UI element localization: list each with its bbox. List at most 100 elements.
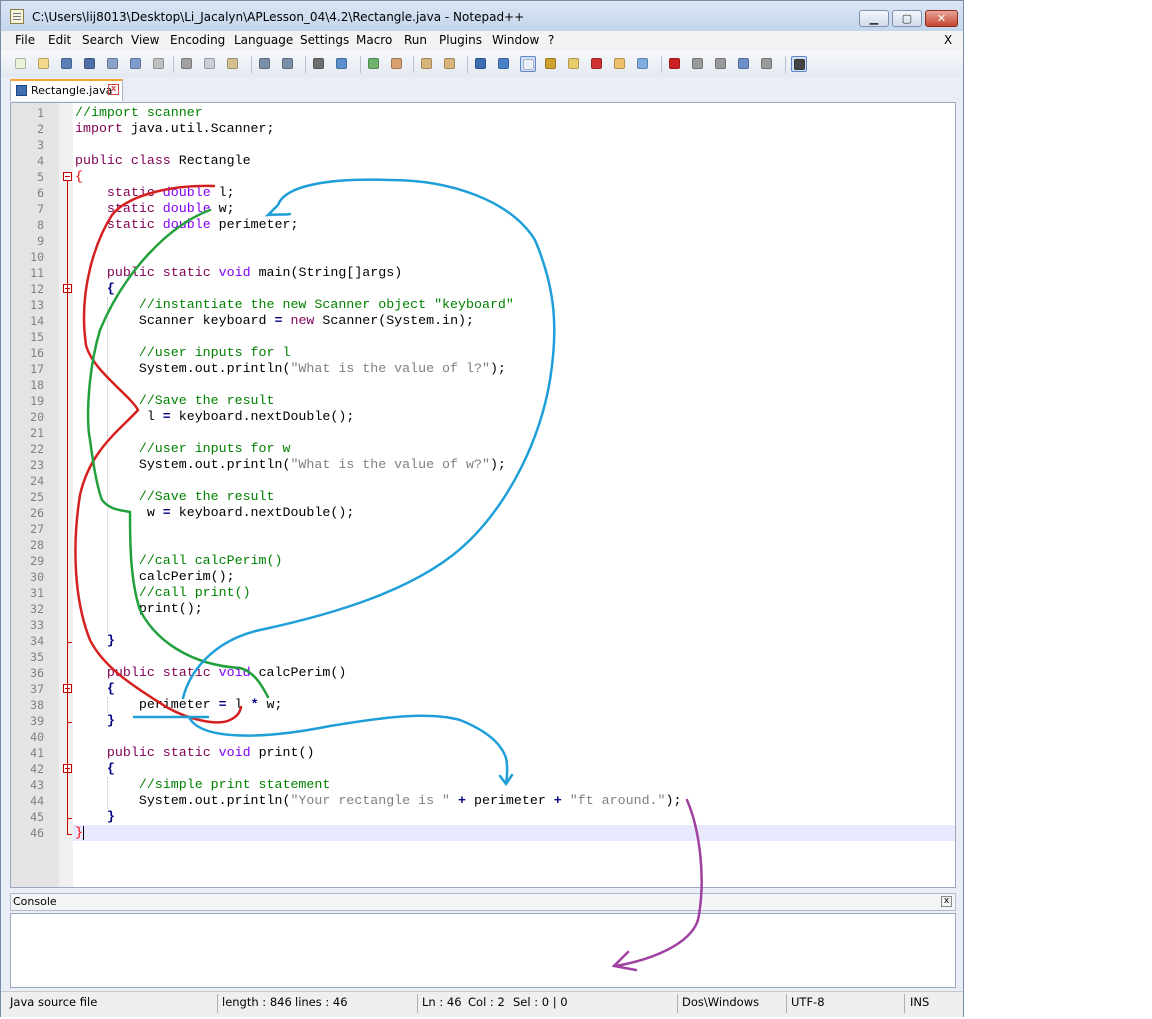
code-token: w; <box>258 697 283 712</box>
line-number: 1 <box>37 106 44 120</box>
code-line: Scanner keyboard = new Scanner(System.in… <box>75 313 474 329</box>
paste-icon[interactable] <box>225 56 241 72</box>
title-bar[interactable]: C:\Users\lij8013\Desktop\Li_Jacalyn\APLe… <box>1 1 963 31</box>
code-token: static <box>162 265 211 280</box>
sync-vertical-icon[interactable] <box>419 56 435 72</box>
code-token: perimeter <box>75 697 219 712</box>
code-editor[interactable]: 1 2 3 4 5 6 7 8 9 10 11 12 13 14 15 16 17 18 19 20 21 22 23 24 2… <box>10 102 956 888</box>
minimize-button[interactable]: ▁ <box>859 10 889 27</box>
indent-guide-icon[interactable] <box>520 56 536 72</box>
code-line: static double w; <box>75 201 235 217</box>
line-number: 46 <box>30 826 44 840</box>
maximize-button[interactable]: ▢ <box>892 10 922 27</box>
replace-icon[interactable] <box>334 56 350 72</box>
line-number: 45 <box>30 810 44 824</box>
monitoring-icon[interactable] <box>635 56 651 72</box>
doc-map-icon[interactable] <box>566 56 582 72</box>
code-token: calcPerim(); <box>75 569 235 584</box>
code-token: Scanner(System.in); <box>314 313 475 328</box>
indent-guide <box>107 777 108 809</box>
print-icon[interactable] <box>151 56 167 72</box>
tab-close-icon[interactable]: x <box>108 84 119 95</box>
undo-icon[interactable] <box>257 56 273 72</box>
menu-close-doc[interactable]: X <box>944 33 952 47</box>
function-list-icon[interactable] <box>589 56 605 72</box>
menu-window[interactable]: Window <box>492 33 539 47</box>
open-file-icon[interactable] <box>36 56 52 72</box>
close-all-icon[interactable] <box>128 56 144 72</box>
code-text[interactable]: //import scanner import java.util.Scanner… <box>73 103 955 887</box>
find-icon[interactable] <box>311 56 327 72</box>
code-token: * <box>250 697 259 712</box>
menu-plugins[interactable]: Plugins <box>439 33 482 47</box>
fold-toggle-icon[interactable] <box>63 172 72 181</box>
folder-icon[interactable] <box>612 56 628 72</box>
line-number: 34 <box>30 634 44 648</box>
copy-icon[interactable] <box>202 56 218 72</box>
code-line: print(); <box>75 601 203 617</box>
zoom-out-icon[interactable] <box>389 56 405 72</box>
show-all-chars-icon[interactable] <box>496 56 512 72</box>
redo-icon[interactable] <box>280 56 296 72</box>
code-token: keyboard.nextDouble(); <box>170 505 355 520</box>
line-number: 23 <box>30 458 44 472</box>
menu-language[interactable]: Language <box>234 33 293 47</box>
cut-icon[interactable] <box>179 56 195 72</box>
new-file-icon[interactable] <box>13 56 29 72</box>
code-token: double <box>162 185 211 200</box>
fold-end-marker <box>67 722 72 723</box>
menu-search[interactable]: Search <box>82 33 123 47</box>
status-eol: Dos\Windows <box>682 995 760 1009</box>
status-sel: Sel : 0 | 0 <box>513 995 568 1009</box>
line-number: 10 <box>30 250 44 264</box>
code-token: } <box>106 713 115 728</box>
code-token: static <box>106 217 155 232</box>
save-all-icon[interactable] <box>82 56 98 72</box>
stop-macro-icon[interactable] <box>690 56 706 72</box>
zoom-in-icon[interactable] <box>366 56 382 72</box>
code-token: double <box>162 201 211 216</box>
console-icon[interactable] <box>791 56 807 72</box>
code-token: void <box>218 265 251 280</box>
code-token: { <box>106 761 115 776</box>
console-close-icon[interactable]: x <box>941 896 952 907</box>
fold-end-marker <box>67 642 72 643</box>
line-number: 38 <box>30 698 44 712</box>
menu-view[interactable]: View <box>131 33 159 47</box>
console-output[interactable] <box>10 913 956 988</box>
sync-horizontal-icon[interactable] <box>442 56 458 72</box>
close-button[interactable]: ✕ <box>925 10 958 27</box>
code-line: } <box>75 633 115 649</box>
line-number: 13 <box>30 298 44 312</box>
code-token: //instantiate the new Scanner object "ke… <box>138 297 514 312</box>
line-number: 26 <box>30 506 44 520</box>
tab-rectangle-java[interactable]: Rectangle.java x <box>10 79 123 101</box>
line-number: 25 <box>30 490 44 504</box>
run-macro-multiple-icon[interactable] <box>736 56 752 72</box>
menu-settings[interactable]: Settings <box>300 33 349 47</box>
notepad-app-icon <box>10 9 24 24</box>
menu-file[interactable]: File <box>15 33 35 47</box>
play-macro-icon[interactable] <box>713 56 729 72</box>
code-line: l = keyboard.nextDouble(); <box>75 409 354 425</box>
word-wrap-icon[interactable] <box>473 56 489 72</box>
save-macro-icon[interactable] <box>759 56 775 72</box>
save-icon[interactable] <box>59 56 75 72</box>
user-language-icon[interactable] <box>543 56 559 72</box>
menu-run[interactable]: Run <box>404 33 427 47</box>
code-token: public <box>106 265 155 280</box>
menu-help[interactable]: ? <box>548 33 554 47</box>
menu-macro[interactable]: Macro <box>356 33 392 47</box>
menu-encoding[interactable]: Encoding <box>170 33 225 47</box>
line-number-gutter: 1 2 3 4 5 6 7 8 9 10 11 12 13 14 15 16 17 18 19 20 21 22 23 24 2… <box>11 103 59 887</box>
code-token: import <box>75 121 123 136</box>
menu-edit[interactable]: Edit <box>48 33 71 47</box>
close-icon[interactable] <box>105 56 121 72</box>
record-macro-icon[interactable] <box>667 56 683 72</box>
status-ins-mode: INS <box>910 995 930 1009</box>
